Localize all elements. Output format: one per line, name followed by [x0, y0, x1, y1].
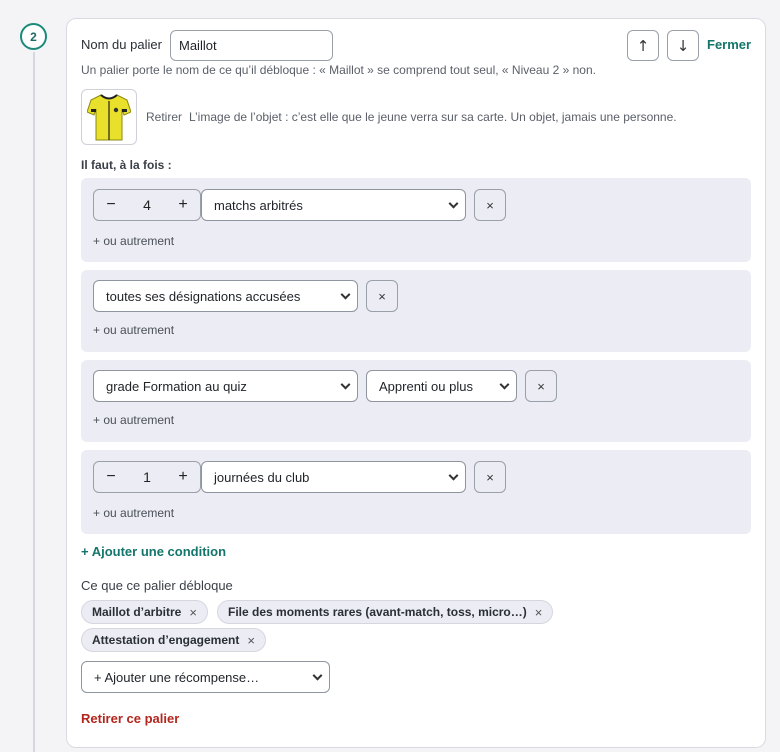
move-down-button[interactable]: ↓ — [667, 30, 699, 61]
condition-type-value: journées du club — [214, 469, 310, 485]
remove-condition-button[interactable]: × — [474, 461, 506, 493]
chevron-down-icon — [448, 470, 459, 481]
reward-chip-label: Attestation d’engagement — [92, 633, 240, 647]
quantity-stepper: − 4 + — [93, 189, 201, 221]
add-reward-value: + Ajouter une récompense… — [94, 669, 260, 685]
close-icon[interactable]: × — [535, 605, 543, 620]
close-icon: × — [378, 288, 386, 304]
chevron-down-icon — [340, 379, 351, 390]
tier-name-hint: Un palier porte le nom de ce qu’il déblo… — [81, 63, 596, 77]
close-icon: × — [486, 197, 494, 213]
move-up-button[interactable]: ↑ — [627, 30, 659, 61]
image-hint: L’image de l’objet : c’est elle que le j… — [189, 110, 677, 124]
increment-button[interactable]: + — [176, 196, 190, 214]
chevron-down-icon — [448, 198, 459, 209]
add-alternative-link[interactable]: + ou autrement — [93, 323, 174, 337]
tier-name-input[interactable] — [170, 30, 333, 61]
condition-type-value: grade Formation au quiz — [106, 378, 247, 394]
remove-tier-button[interactable]: Retirer ce palier — [81, 711, 179, 726]
decrement-button[interactable]: − — [104, 196, 118, 214]
add-reward-select[interactable]: + Ajouter une récompense… — [81, 661, 330, 693]
tier-card: Nom du palier ↑ ↓ Fermer Un palier porte… — [66, 18, 766, 748]
condition-group: grade Formation au quiz Apprenti ou plus… — [81, 360, 751, 442]
condition-type-select[interactable]: journées du club — [201, 461, 466, 493]
condition-group: − 4 + matchs arbitrés × + ou autrement — [81, 178, 751, 262]
arrow-up-icon: ↑ — [636, 36, 650, 55]
conditions-label: Il faut, à la fois : — [81, 158, 172, 172]
quantity-value[interactable]: 1 — [143, 469, 151, 485]
close-icon[interactable]: × — [189, 605, 197, 620]
remove-image-link[interactable]: Retirer — [146, 110, 182, 124]
arrow-down-icon: ↓ — [676, 36, 690, 55]
condition-type-value: matchs arbitrés — [214, 197, 303, 213]
remove-condition-button[interactable]: × — [525, 370, 557, 402]
close-icon: × — [537, 378, 545, 394]
condition-level-value: Apprenti ou plus — [379, 378, 473, 394]
tier-name-label: Nom du palier — [81, 37, 162, 52]
add-condition-button[interactable]: + Ajouter une condition — [81, 544, 226, 559]
increment-button[interactable]: + — [176, 468, 190, 486]
reward-chip-label: File des moments rares (avant-match, tos… — [228, 605, 527, 619]
close-icon[interactable]: × — [247, 633, 255, 648]
add-alternative-link[interactable]: + ou autrement — [93, 413, 174, 427]
condition-group: toutes ses désignations accusées × + ou … — [81, 270, 751, 352]
timeline-line — [33, 52, 35, 752]
condition-type-select[interactable]: grade Formation au quiz — [93, 370, 358, 402]
condition-type-value: toutes ses désignations accusées — [106, 288, 301, 304]
reward-chip-label: Maillot d’arbitre — [92, 605, 182, 619]
jersey-icon — [87, 94, 131, 141]
remove-condition-button[interactable]: × — [474, 189, 506, 221]
decrement-button[interactable]: − — [104, 468, 118, 486]
condition-group: − 1 + journées du club × + ou autrement — [81, 450, 751, 534]
add-alternative-link[interactable]: + ou autrement — [93, 234, 174, 248]
tier-image-thumbnail[interactable] — [81, 89, 137, 145]
quantity-stepper: − 1 + — [93, 461, 201, 493]
condition-level-select[interactable]: Apprenti ou plus — [366, 370, 517, 402]
close-icon: × — [486, 469, 494, 485]
add-alternative-link[interactable]: + ou autrement — [93, 506, 174, 520]
chevron-down-icon — [312, 670, 323, 681]
close-button[interactable]: Fermer — [707, 37, 751, 52]
reward-chip: Maillot d’arbitre × — [81, 600, 208, 624]
quantity-value[interactable]: 4 — [143, 197, 151, 213]
chevron-down-icon — [499, 379, 510, 390]
remove-condition-button[interactable]: × — [366, 280, 398, 312]
reward-chip: File des moments rares (avant-match, tos… — [217, 600, 554, 624]
step-number-badge: 2 — [20, 23, 47, 50]
chevron-down-icon — [340, 289, 351, 300]
condition-type-select[interactable]: matchs arbitrés — [201, 189, 466, 221]
rewards-label: Ce que ce palier débloque — [81, 578, 233, 593]
reward-chip: Attestation d’engagement × — [81, 628, 266, 652]
condition-type-select[interactable]: toutes ses désignations accusées — [93, 280, 358, 312]
